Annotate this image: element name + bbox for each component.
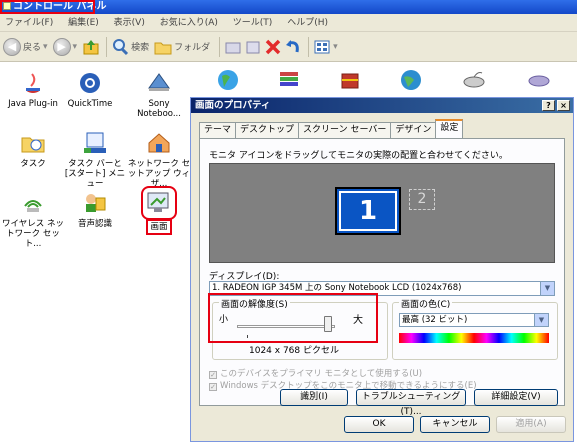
highlight-box: [0, 0, 95, 14]
tab-themes[interactable]: テーマ: [199, 122, 237, 138]
advanced-button[interactable]: 詳細設定(V): [474, 389, 558, 406]
forward-button[interactable]: ▶ ▾: [52, 37, 77, 56]
menu-edit[interactable]: 編集(E): [68, 18, 99, 28]
back-arrow-icon: ◀: [3, 37, 21, 56]
toolbar-separator: [106, 36, 108, 57]
toolbar-separator: [219, 36, 221, 57]
menu-favorites[interactable]: お気に入り(A): [160, 18, 218, 28]
monitor-arrangement-area: 1 2: [209, 163, 555, 263]
icon-label: Java Plug-in: [8, 99, 58, 109]
back-button[interactable]: ◀ 戻る ▾: [3, 37, 48, 56]
undo-icon[interactable]: [284, 38, 302, 56]
quicktime-icon: [76, 70, 104, 96]
icon-label: QuickTime: [67, 99, 113, 109]
icon-network-setup[interactable]: ネットワーク セットアップ ウィザ...: [126, 130, 192, 189]
toolbar: ◀ 戻る ▾ ▶ ▾ 検索 フォルダ ▾: [0, 32, 577, 62]
wireless-icon: [19, 190, 47, 216]
monitor-2[interactable]: 2: [409, 189, 435, 210]
checkbox-icon: ✓: [209, 371, 217, 379]
resolution-highlight-box: [208, 293, 378, 343]
scheduled-task-icon: [19, 130, 47, 156]
menu-tools[interactable]: ツール(T): [233, 18, 273, 28]
settings-panel: モニタ アイコンをドラッグしてモニタの実際の配置と合わせてください。 1 2 デ…: [199, 138, 565, 417]
icon-quicktime[interactable]: QuickTime: [57, 70, 123, 109]
world-icon: [378, 67, 444, 96]
menu-view[interactable]: 表示(V): [114, 18, 145, 28]
cancel-button[interactable]: キャンセル: [420, 416, 490, 433]
copy-to-icon[interactable]: [244, 38, 262, 56]
home-network-icon: [145, 130, 173, 156]
icon-display[interactable]: 画面: [126, 186, 192, 235]
folders-button[interactable]: フォルダ: [154, 38, 210, 56]
icon-label: ネットワーク セットアップ ウィザ...: [127, 159, 191, 189]
checkbox-label: このデバイスをプライマリ モニタとして使用する(U): [220, 369, 423, 379]
display-select-value: 1. RADEON IGP 345M 上の Sony Notebook LCD …: [212, 283, 462, 293]
menu-help[interactable]: ヘルプ(H): [287, 18, 328, 28]
icon-speech[interactable]: 音声認識: [62, 190, 128, 229]
taskbar-icon: [81, 130, 109, 156]
close-button[interactable]: ×: [557, 100, 570, 111]
chevron-down-icon[interactable]: ▼: [540, 282, 554, 295]
box-icon: [317, 67, 383, 96]
search-button[interactable]: 検索: [111, 38, 149, 56]
tab-desktop[interactable]: デスクトップ: [235, 122, 300, 138]
icon-label: Sony Noteboo...: [137, 99, 181, 119]
folders-label: フォルダ: [174, 43, 211, 53]
color-spectrum-bar: [399, 333, 549, 343]
dialog-title: 画面のプロパティ: [195, 100, 271, 111]
move-to-icon[interactable]: [224, 38, 242, 56]
window-titlebar: コントロール パネル: [0, 0, 577, 14]
chevron-down-icon[interactable]: ▼: [534, 314, 548, 326]
icon-task[interactable]: タスク: [0, 130, 66, 169]
mouse-icon: [441, 67, 507, 96]
books-icon: [256, 67, 322, 96]
tab-appearance[interactable]: デザイン: [390, 122, 437, 138]
views-button[interactable]: ▾: [313, 38, 338, 56]
icon-label: タスク バーと [スタート] メニュー: [64, 159, 126, 189]
display-properties-dialog: 画面のプロパティ ? × テーマ デスクトップ スクリーン セーバー デザイン …: [190, 97, 574, 442]
color-select[interactable]: 最高 (32 ビット) ▼: [399, 313, 549, 327]
tab-strip: テーマ デスクトップ スクリーン セーバー デザイン 設定: [199, 119, 464, 138]
up-folder-icon[interactable]: [82, 38, 100, 56]
dialog-titlebar: 画面のプロパティ ? ×: [191, 98, 573, 113]
delete-icon[interactable]: [264, 38, 282, 56]
icon-label: 画面: [146, 219, 172, 235]
icon-wireless-network[interactable]: ワイヤレス ネットワーク セット...: [0, 190, 66, 249]
java-icon: [19, 70, 47, 96]
color-legend: 画面の色(C): [399, 297, 453, 310]
speech-recognition-icon: [81, 190, 109, 216]
troubleshoot-button[interactable]: トラブルシューティング(T)...: [356, 389, 466, 417]
menu-file[interactable]: ファイル(F): [5, 18, 53, 28]
tab-screensaver[interactable]: スクリーン セーバー: [298, 122, 392, 138]
identify-button[interactable]: 識別(I): [280, 389, 348, 406]
folder-icon: [154, 38, 172, 56]
tab-settings[interactable]: 設定: [435, 119, 464, 138]
icon-label: ワイヤレス ネットワーク セット...: [2, 219, 64, 249]
icon-label: タスク: [20, 159, 46, 169]
resolution-value: 1024 x 768 ピクセル: [249, 346, 339, 356]
help-button[interactable]: ?: [542, 100, 555, 111]
toolbar-separator: [308, 36, 310, 57]
instruction-text: モニタ アイコンをドラッグしてモニタの実際の配置と合わせてください。: [209, 151, 508, 161]
search-icon: [111, 38, 129, 56]
icon-taskbar-start[interactable]: タスク バーと [スタート] メニュー: [62, 130, 128, 189]
forward-arrow-icon: ▶: [52, 37, 71, 56]
color-quality-group: 画面の色(C) 最高 (32 ビット) ▼: [392, 297, 558, 360]
menu-bar: ファイル(F) 編集(E) 表示(V) お気に入り(A) ツール(T) ヘルプ(…: [0, 14, 577, 32]
mouse-alt-icon: [505, 67, 571, 96]
icon-label: 音声認識: [77, 219, 112, 229]
search-label: 検索: [131, 43, 150, 53]
display-icon: [141, 186, 177, 220]
icon-sony-notebook[interactable]: Sony Noteboo...: [126, 70, 192, 119]
apply-button[interactable]: 適用(A): [496, 416, 566, 433]
primary-monitor-checkbox[interactable]: ✓ このデバイスをプライマリ モニタとして使用する(U): [209, 367, 422, 379]
color-select-value: 最高 (32 ビット): [402, 315, 468, 325]
checkbox-icon: ✓: [209, 383, 217, 391]
back-label: 戻る: [23, 43, 42, 53]
sony-notebook-icon: [145, 70, 173, 96]
views-icon: [313, 38, 331, 56]
monitor-1[interactable]: 1: [335, 187, 401, 235]
ok-button[interactable]: OK: [344, 416, 414, 433]
globe-icon: [195, 67, 261, 96]
